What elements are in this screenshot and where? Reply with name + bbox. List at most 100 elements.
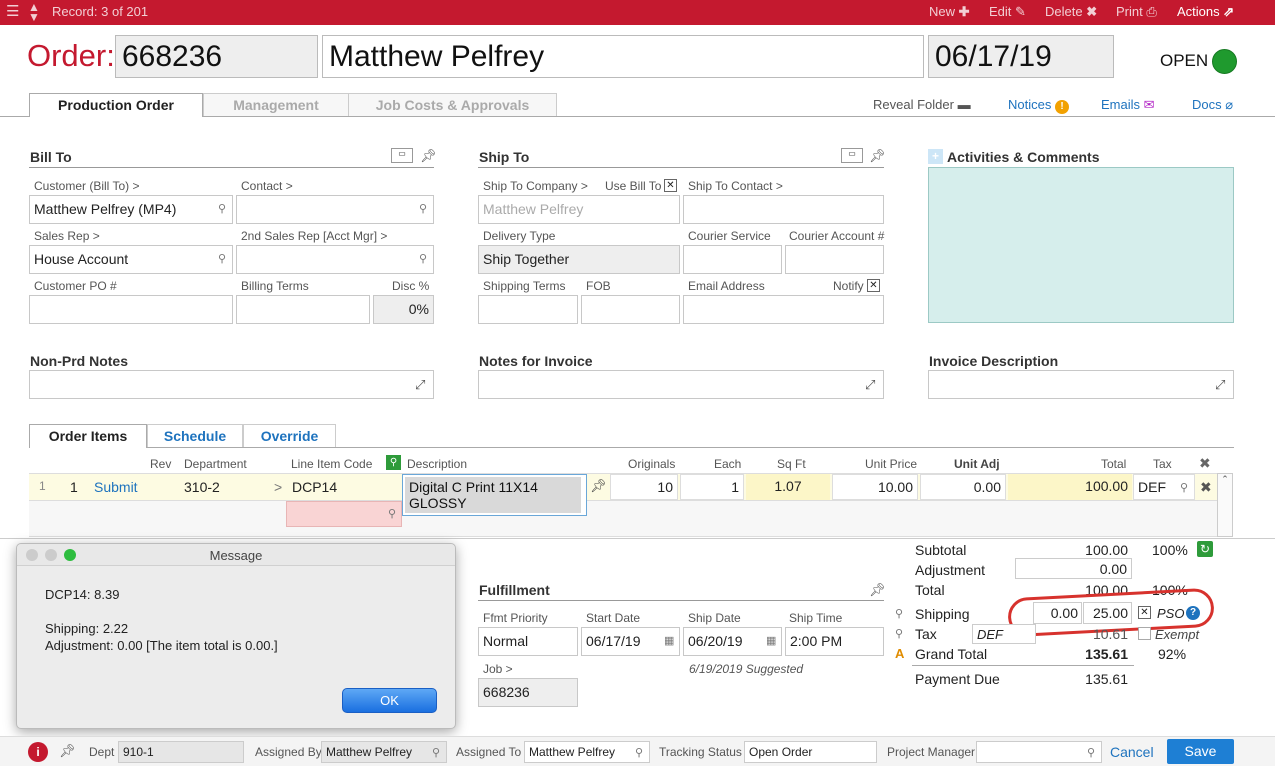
- reveal-folder-link[interactable]: Reveal Folder ▬: [873, 97, 971, 112]
- order-number-field[interactable]: 668236: [115, 35, 318, 78]
- ship-to-company-field[interactable]: Matthew Pelfrey: [478, 195, 680, 224]
- sales-rep-label[interactable]: Sales Rep >: [34, 229, 100, 243]
- courier-account-field[interactable]: [785, 245, 884, 274]
- pin-icon[interactable]: 📌︎: [420, 148, 437, 164]
- second-sales-rep-field[interactable]: [236, 245, 434, 274]
- search-icon[interactable]: ⚲: [432, 746, 440, 759]
- ship-to-contact-label[interactable]: Ship To Contact >: [688, 179, 783, 193]
- customer-bill-to-field[interactable]: Matthew Pelfrey (MP4): [29, 195, 233, 224]
- search-icon[interactable]: ⚲: [386, 455, 401, 470]
- contact-field[interactable]: [236, 195, 434, 224]
- project-manager-field[interactable]: [976, 741, 1102, 763]
- order-date-field[interactable]: 06/17/19: [928, 35, 1114, 78]
- tracking-status-field[interactable]: Open Order: [744, 741, 877, 763]
- pin-icon[interactable]: 📌︎: [869, 148, 886, 164]
- activities-panel[interactable]: [928, 167, 1234, 323]
- card-icon[interactable]: ▭: [391, 148, 413, 163]
- billing-terms-field[interactable]: [236, 295, 370, 324]
- customer-bill-to-label[interactable]: Customer (Bill To) >: [34, 179, 139, 193]
- adjustment-field[interactable]: 0.00: [1015, 558, 1132, 579]
- sales-rep-field[interactable]: House Account: [29, 245, 233, 274]
- delete-column-icon[interactable]: ✖: [1199, 455, 1211, 472]
- ship-time-field[interactable]: 2:00 PM: [785, 627, 884, 656]
- courier-service-field[interactable]: [683, 245, 782, 274]
- new-line-item-code-field[interactable]: [286, 501, 402, 527]
- dept-field[interactable]: 910-1: [118, 741, 244, 763]
- emails-link[interactable]: Emails ✉: [1101, 97, 1155, 113]
- search-icon[interactable]: ⚲: [388, 507, 396, 520]
- tax-code-field[interactable]: DEF: [972, 624, 1036, 644]
- email-address-field[interactable]: [683, 295, 884, 324]
- tab-management[interactable]: Management: [203, 93, 349, 116]
- search-icon[interactable]: ⚲: [1087, 746, 1095, 759]
- calendar-icon[interactable]: ▦: [766, 634, 776, 647]
- menu-icon[interactable]: ☰: [6, 2, 19, 20]
- shipping-terms-field[interactable]: [478, 295, 578, 324]
- tab-override[interactable]: Override: [243, 424, 336, 447]
- add-icon[interactable]: +: [928, 149, 943, 164]
- pin-icon[interactable]: 📌︎: [869, 582, 886, 598]
- row-line-item-code[interactable]: DCP14: [288, 475, 341, 501]
- disc-field[interactable]: 0%: [373, 295, 434, 324]
- calendar-icon[interactable]: ▦: [664, 634, 674, 647]
- ok-button[interactable]: OK: [342, 688, 437, 713]
- non-prd-notes-field[interactable]: [29, 370, 434, 399]
- delivery-type-field[interactable]: Ship Together: [478, 245, 680, 274]
- info-icon[interactable]: i: [28, 742, 48, 762]
- card-icon[interactable]: ▭: [841, 148, 863, 163]
- customer-po-field[interactable]: [29, 295, 233, 324]
- fob-field[interactable]: [581, 295, 680, 324]
- exempt-checkbox[interactable]: [1138, 627, 1151, 640]
- actions-button[interactable]: Actions ⇗: [1177, 4, 1234, 20]
- table-row-empty[interactable]: [29, 501, 1217, 537]
- row-description[interactable]: Digital C Print 11X14 GLOSSY: [405, 477, 581, 513]
- record-nav-icon[interactable]: ▲ ▼: [28, 1, 40, 23]
- description-cell[interactable]: Digital C Print 11X14 GLOSSY: [402, 474, 587, 516]
- expand-icon[interactable]: ⤢: [415, 377, 425, 393]
- edit-button[interactable]: Edit ✎: [989, 4, 1026, 20]
- delete-button[interactable]: Delete ✖: [1045, 4, 1097, 20]
- print-button[interactable]: Print ⎙: [1116, 4, 1157, 20]
- row-unit-price[interactable]: 10.00: [832, 474, 918, 500]
- calculate-icon[interactable]: A: [895, 646, 904, 661]
- contact-label[interactable]: Contact >: [241, 179, 293, 193]
- row-unit-adj[interactable]: 0.00: [920, 474, 1006, 500]
- ffmt-priority-field[interactable]: Normal: [478, 627, 578, 656]
- cancel-button[interactable]: Cancel: [1110, 744, 1154, 760]
- search-icon[interactable]: ⚲: [895, 627, 903, 640]
- second-sales-rep-label[interactable]: 2nd Sales Rep [Acct Mgr] >: [241, 229, 387, 243]
- expand-icon[interactable]: ⤢: [865, 377, 875, 393]
- tab-order-items[interactable]: Order Items: [29, 424, 147, 448]
- submit-link[interactable]: Submit: [90, 475, 142, 501]
- tab-job-costs[interactable]: Job Costs & Approvals: [348, 93, 557, 116]
- pin-icon[interactable]: 📌︎: [590, 478, 607, 494]
- job-field[interactable]: 668236: [478, 678, 578, 707]
- invoice-description-field[interactable]: [928, 370, 1234, 399]
- assigned-to-field[interactable]: Matthew Pelfrey: [524, 741, 650, 763]
- ship-to-company-label[interactable]: Ship To Company >: [483, 179, 588, 193]
- tab-production-order[interactable]: Production Order: [29, 93, 203, 117]
- expand-icon[interactable]: ⤢: [1215, 377, 1225, 393]
- use-bill-to-checkbox[interactable]: ✕: [664, 179, 677, 192]
- search-icon[interactable]: ⚲: [635, 746, 643, 759]
- row-originals[interactable]: 10: [610, 474, 678, 500]
- delete-row-icon[interactable]: ✖: [1200, 479, 1212, 496]
- search-icon[interactable]: ⚲: [419, 202, 427, 215]
- ship-to-contact-field[interactable]: [683, 195, 884, 224]
- assigned-by-field[interactable]: Matthew Pelfrey: [321, 741, 447, 763]
- table-scrollbar[interactable]: ⌃: [1217, 473, 1233, 537]
- search-icon[interactable]: ⚲: [1180, 481, 1188, 494]
- notes-for-invoice-field[interactable]: [478, 370, 884, 399]
- new-button[interactable]: New ✚: [929, 4, 970, 20]
- search-icon[interactable]: ⚲: [895, 607, 903, 620]
- notices-link[interactable]: Notices !: [1008, 97, 1069, 114]
- pin-icon[interactable]: 📌︎: [59, 743, 76, 759]
- row-each[interactable]: 1: [680, 474, 744, 500]
- tab-schedule[interactable]: Schedule: [147, 424, 243, 447]
- search-icon[interactable]: ⚲: [218, 202, 226, 215]
- row-department[interactable]: 310-2: [180, 475, 224, 501]
- save-button[interactable]: Save: [1167, 739, 1234, 764]
- refresh-icon[interactable]: ↻: [1197, 541, 1213, 557]
- chevron-right-icon[interactable]: >: [270, 475, 286, 501]
- search-icon[interactable]: ⚲: [419, 252, 427, 265]
